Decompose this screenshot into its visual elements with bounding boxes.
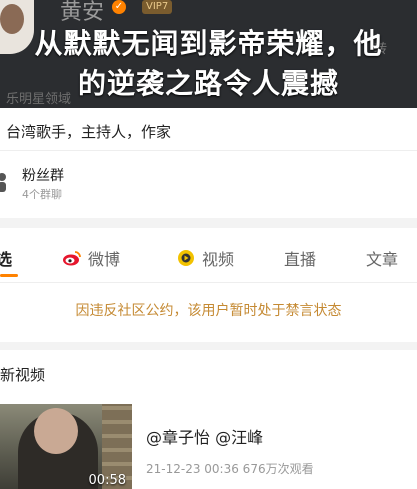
verified-icon: ✓: [112, 0, 126, 14]
tab-bar: 选 微博 视频 直播 文章: [0, 238, 417, 278]
section-gap: [0, 218, 417, 228]
video-title[interactable]: @章子怡 @汪峰: [146, 424, 263, 448]
fans-group-icon: [0, 173, 6, 192]
video-duration: 00:58: [88, 473, 126, 488]
tab-weibo[interactable]: 微博: [62, 246, 120, 270]
headline-line-2: 的逆袭之路令人震撼: [77, 67, 339, 100]
tab-label: 直播: [284, 250, 317, 269]
headline-line-1: 从默默无闻到影帝荣耀，他: [34, 27, 383, 60]
section-title: 新视频: [0, 366, 46, 384]
divider: [0, 282, 417, 283]
weibo-icon: [63, 251, 81, 266]
tab-live[interactable]: 直播: [284, 246, 316, 270]
tab-label: 视频: [202, 250, 235, 269]
profile-header: 黄安 ✓ VIP7 转 乐明星领域 从默默无闻到影帝荣耀，他 的逆袭之路令人震撼: [0, 0, 417, 108]
divider: [0, 150, 417, 151]
section-gap: [0, 342, 417, 350]
video-meta: 21-12-23 00:36 676万次观看: [146, 462, 314, 476]
tab-label: 选: [0, 250, 13, 269]
thumbnail-face: [34, 408, 78, 454]
tab-active-indicator: [0, 274, 18, 277]
tab-label: 微博: [88, 250, 121, 269]
video-icon: [178, 250, 194, 266]
fans-group-count: 4个群聊: [22, 188, 62, 201]
tab-articles[interactable]: 文章: [366, 246, 398, 270]
tab-video[interactable]: 视频: [176, 246, 234, 270]
tab-label: 文章: [366, 250, 399, 269]
fans-group-title[interactable]: 粉丝群: [22, 165, 64, 185]
profile-bio: 台湾歌手，主持人，作家: [6, 123, 172, 141]
ban-notice: 因违反社区公约，该用户暂时处于禁言状态: [75, 303, 342, 319]
vip-badge: VIP7: [142, 0, 173, 14]
video-thumbnail[interactable]: 00:58: [0, 404, 132, 489]
tab-featured[interactable]: 选: [0, 246, 12, 270]
